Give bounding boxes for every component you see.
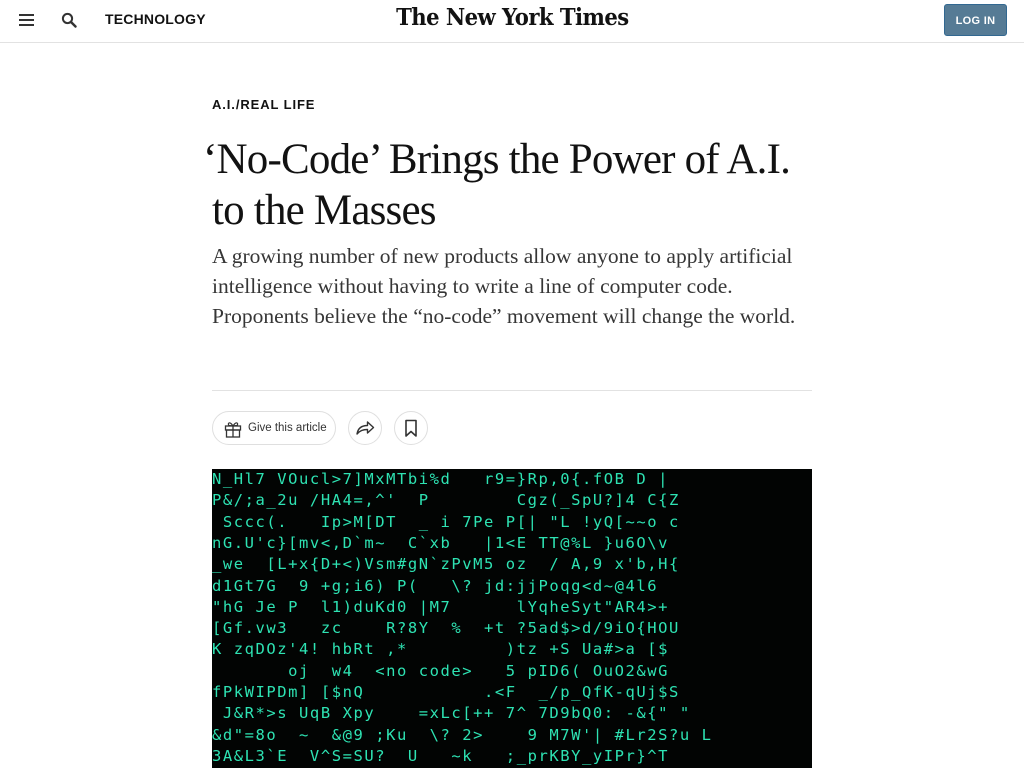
code-line: [Gf.vw3 zc R?8Y % +t ?5ad$>d/9iO{HOU xyxy=(212,619,680,638)
code-line: 3A&L3`E V^S=SU? U ~k ;_prKBY_yIPr}^T xyxy=(212,746,670,765)
code-line: _we [L+x{D+<)Vsm#gN`zPvM5 oz / A,9 x'b,H… xyxy=(212,555,680,574)
share-button[interactable] xyxy=(348,411,382,445)
site-header: TECHNOLOGY The New York Times LOG IN xyxy=(0,0,1024,43)
gift-icon xyxy=(224,422,242,438)
code-line: fPkWIPDm] [$nQ .<F _/p_QfK-qUj$S xyxy=(212,683,680,701)
code-line: K zqDOz'4! hbRt ,* )tz +S Ua#>a [$ xyxy=(212,640,670,659)
headline-line-2: to the Masses xyxy=(212,187,436,234)
code-line: &d"=8o ~ &@9 ;Ku \? 2> 9 M7W'| #Lr2S?u L xyxy=(212,725,713,744)
headline-line-1: ‘No-Code’ Brings the Power of A.I. xyxy=(203,136,791,183)
nyt-logo-text[interactable]: The New York Times xyxy=(396,4,629,31)
code-line: "hG Je P l1)duKd0 |M7 lYqheSyt"AR4>+ xyxy=(212,597,670,616)
article-headline: ‘No-Code’ Brings the Power of A.I. to the… xyxy=(203,134,823,236)
code-line: oj w4 <no code> 5 pID6( OuO2&wG xyxy=(212,661,670,680)
code-line: Sccc(. Ip>M[DT _ i 7Pe P[| "L !yQ[~~o c xyxy=(212,512,680,531)
login-button[interactable]: LOG IN xyxy=(944,4,1007,36)
code-line: P&/;a_2u /HA4=,^' P Cgz(_SpU?]4 C{Z xyxy=(212,491,680,510)
bookmark-icon xyxy=(405,419,417,437)
divider xyxy=(212,390,812,391)
article-kicker[interactable]: A.I./REAL LIFE xyxy=(212,97,315,112)
nyt-logo[interactable]: The New York Times xyxy=(0,4,1024,31)
hero-image-code-rain: N_Hl7 VOucl>7]MxMTbi%d r9=}Rp,0{.fOB D |… xyxy=(212,469,812,768)
article-summary: A growing number of new products allow a… xyxy=(212,244,796,328)
give-article-label: Give this article xyxy=(248,422,327,434)
give-article-button[interactable]: Give this article xyxy=(212,411,336,445)
code-line: d1Gt7G 9 +g;i6) P( \? jd:jjPoqg<d~@4l6 xyxy=(212,576,659,595)
code-line: J&R*>s UqB Xpy =xLc[++ 7^ 7D9bQ0: -&{" " xyxy=(212,704,691,723)
code-line: N_Hl7 VOucl>7]MxMTbi%d r9=}Rp,0{.fOB D | xyxy=(212,470,670,488)
code-line: nG.U'c}[mv<,D`m~ C`xb |1<E TT@%L }u6O\v xyxy=(212,533,670,552)
save-button[interactable] xyxy=(394,411,428,445)
share-icon xyxy=(356,421,375,435)
